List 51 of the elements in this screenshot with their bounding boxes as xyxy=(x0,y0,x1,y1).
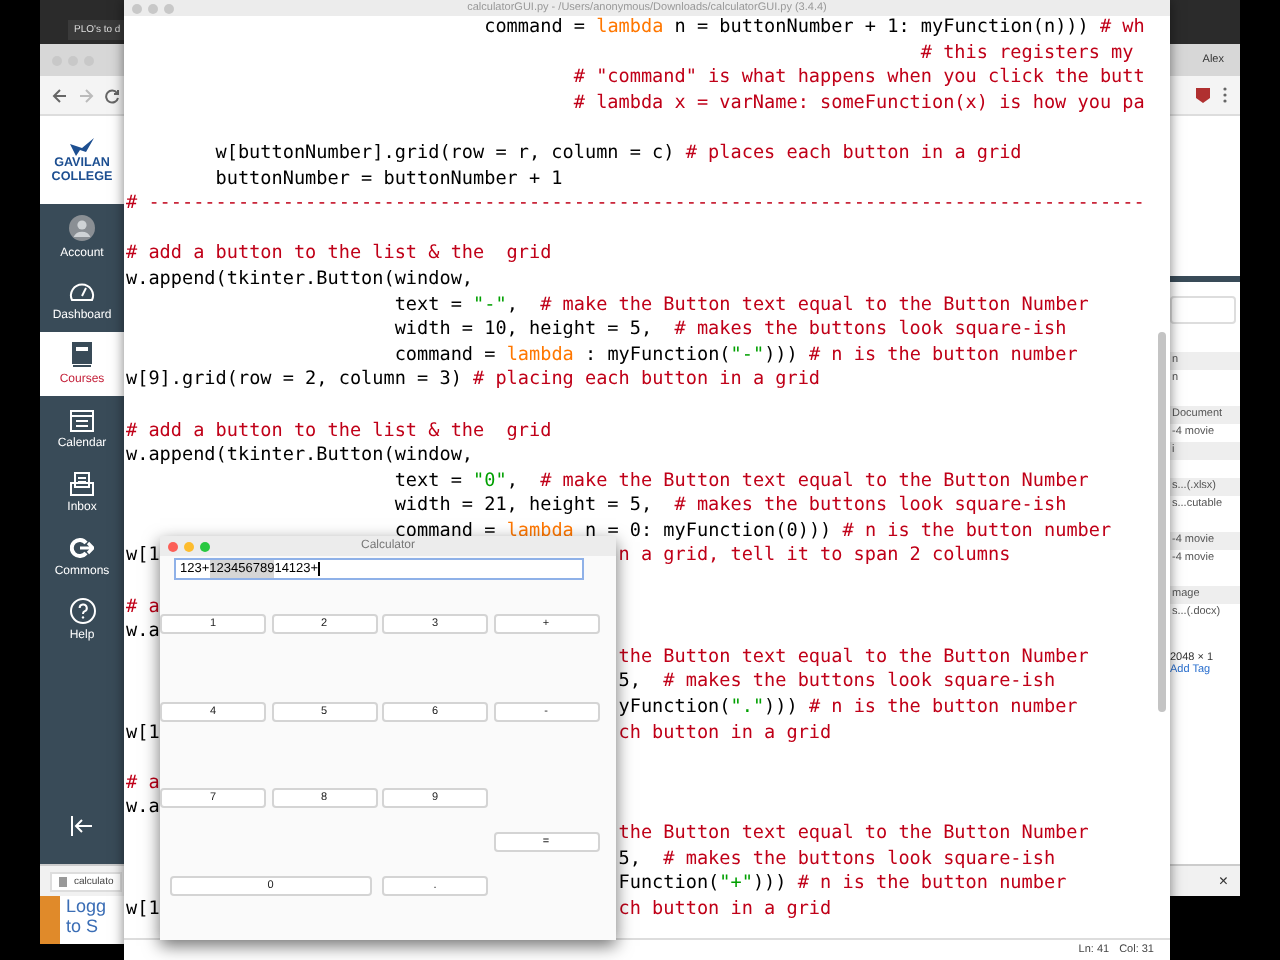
code-line: the Button text equal to the Button Number xyxy=(618,645,1089,671)
file-icon xyxy=(58,875,68,887)
code-line: # this registers my xyxy=(920,41,1134,67)
extension-icon[interactable] xyxy=(1194,86,1212,104)
code-line: w.a xyxy=(126,620,160,643)
code-line: ch button in a grid xyxy=(618,721,832,747)
code-line: # lambda x = varName: someFunction(x) is how you pa xyxy=(573,91,1145,117)
code-line: width = 10, height = 5, # makes the buttons look square-ish xyxy=(394,318,1067,344)
back-icon[interactable] xyxy=(52,87,68,103)
code-line: n a grid, tell it to span 2 columns xyxy=(618,544,1011,571)
gauge-icon xyxy=(68,279,96,303)
code-line: # a xyxy=(126,771,160,794)
inbox-icon xyxy=(70,471,94,495)
code-line: # add a button to the list & the grid xyxy=(126,242,552,268)
code-line: w[9].grid(row = 2, column = 3) # placing each button in a grid xyxy=(126,368,821,394)
code-line: 5, # makes the buttons look square-ish xyxy=(618,670,1056,697)
code-line: text = "0", # make the Button text equal to the Button Number xyxy=(394,469,1089,495)
code-line: buttonNumber = buttonNumber + 1 xyxy=(215,167,563,193)
code-line: # add a button to the list & the grid xyxy=(126,419,552,445)
code-line: w.append(tkinter.Button(window, xyxy=(126,267,474,294)
code-line: w.a xyxy=(126,796,160,819)
code-line: text = "-", # make the Button text equal to the Button Number xyxy=(394,293,1089,319)
avatar-icon xyxy=(68,213,96,241)
code-line: w[1 xyxy=(126,721,160,744)
code-line: width = 21, height = 5, # makes the buttons look square-ish xyxy=(394,494,1067,520)
scrollbar-thumb[interactable] xyxy=(1158,332,1166,712)
code-line: Function("+"))) # n is the button number xyxy=(618,872,1067,898)
code-line: ch button in a grid xyxy=(618,897,832,923)
arrow-out-icon xyxy=(70,535,94,559)
reload-icon[interactable] xyxy=(104,87,120,103)
code-line: w[1 xyxy=(126,897,160,920)
code-line: w.append(tkinter.Button(window, xyxy=(126,444,474,470)
page-text: Logg xyxy=(66,896,107,916)
code-line: 5, # makes the buttons look square-ish xyxy=(618,847,1056,873)
code-line: command = lambda : myFunction("-"))) # n is the button number xyxy=(394,343,1078,369)
help-icon xyxy=(69,598,95,624)
menu-icon[interactable] xyxy=(1222,86,1228,104)
page-text: to S xyxy=(66,916,101,936)
image-strip xyxy=(40,896,60,944)
code-line: command = lambda n = buttonNumber + 1: myFunction(n))) # wh xyxy=(484,16,1145,42)
code-line: w[buttonNumber].grid(row = r, column = c) # places each button in a grid xyxy=(215,141,1022,168)
code-line: w[1 xyxy=(126,544,160,567)
collapse-icon[interactable] xyxy=(70,816,94,836)
code-line: yFunction("."))) # n is the button number xyxy=(618,696,1078,722)
book-icon xyxy=(70,342,94,368)
code-line: the Button text equal to the Button Number xyxy=(618,822,1089,848)
code-line: # a xyxy=(126,595,160,618)
calendar-icon xyxy=(70,407,94,431)
code-line: # ----------------------------------------------------------------------------------------- xyxy=(126,192,1145,218)
code-line: # "command" is what happens when you click the butt xyxy=(573,66,1145,92)
close-button[interactable]: × xyxy=(1216,873,1230,889)
